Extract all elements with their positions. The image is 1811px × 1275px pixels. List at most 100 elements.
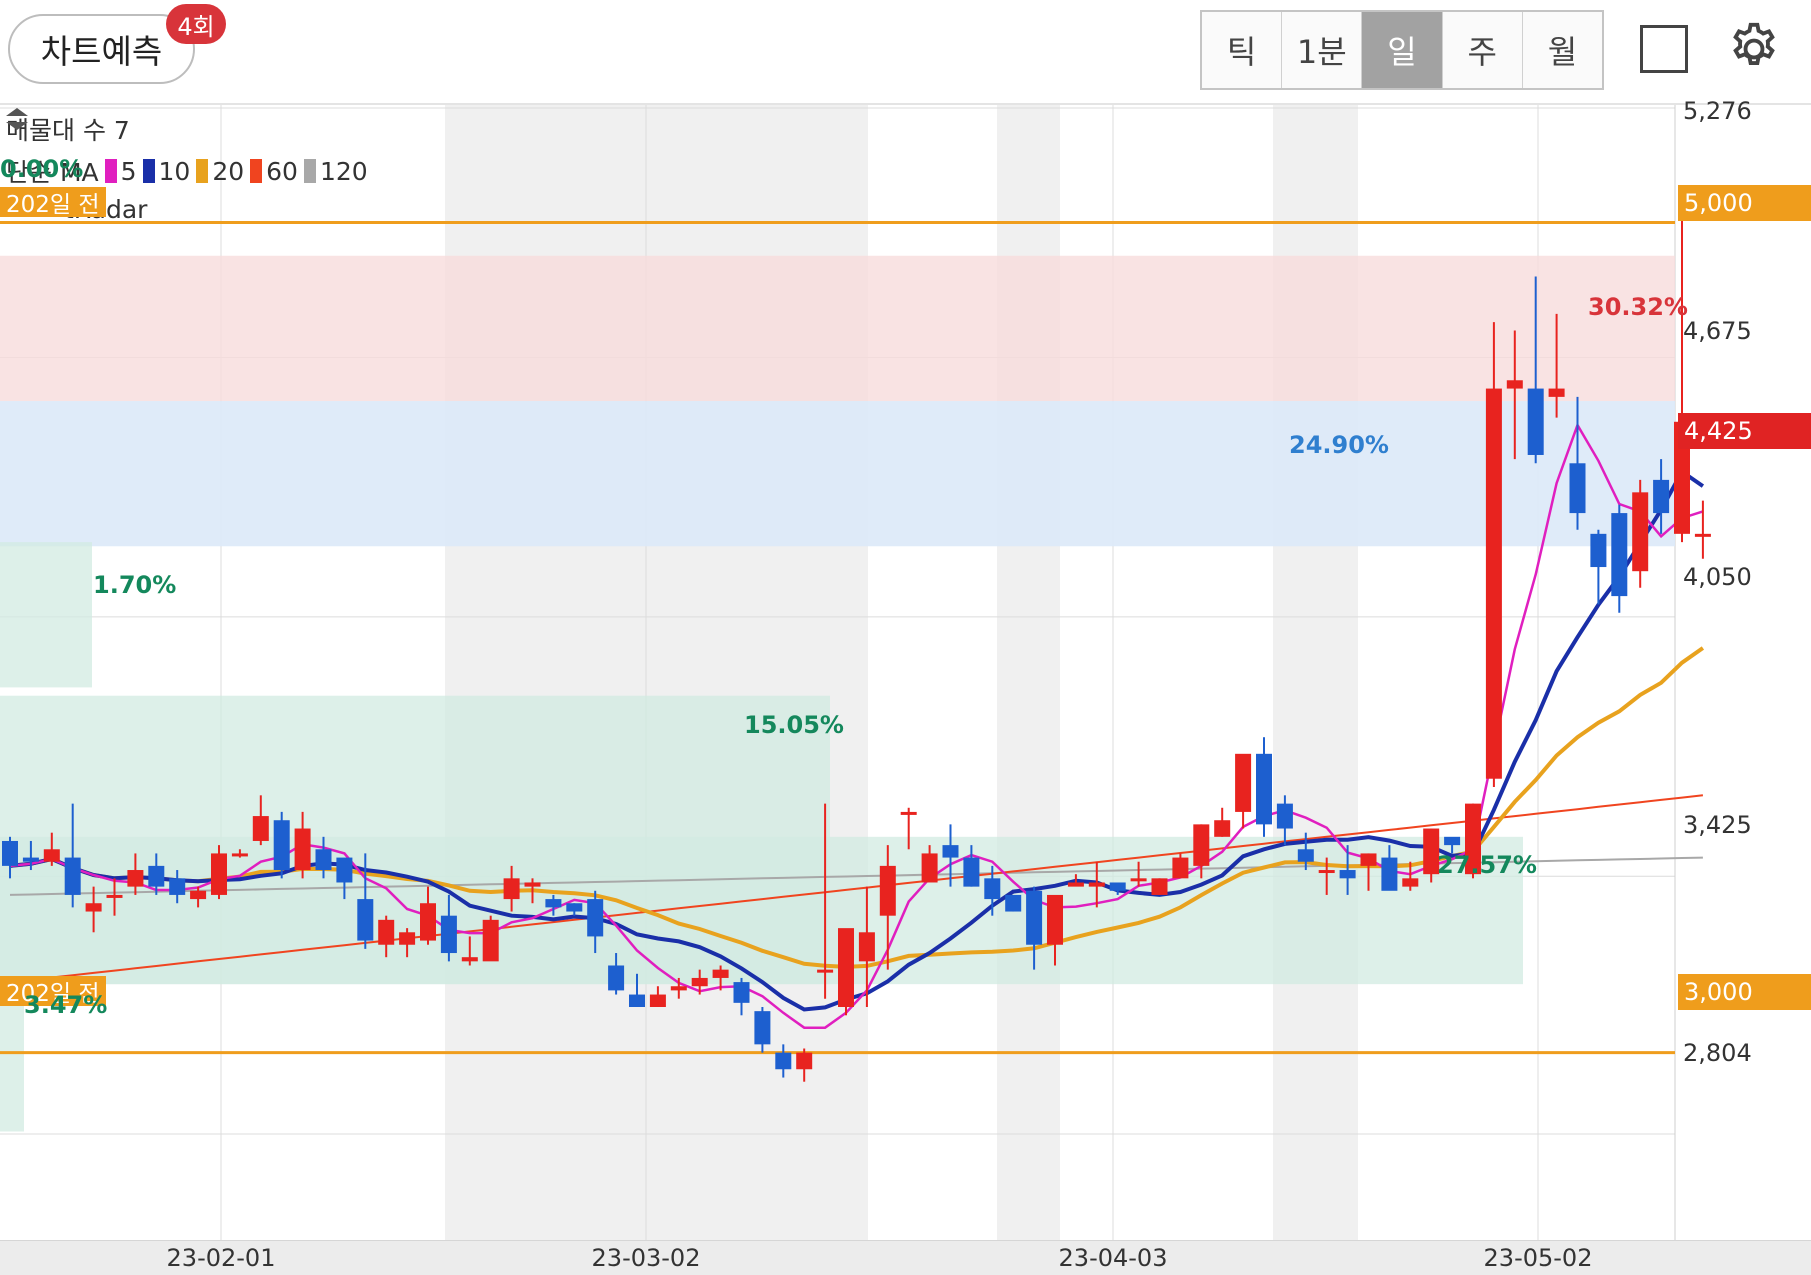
zone-percent-label: 15.05%: [744, 711, 844, 739]
y-tick-label: 4,050: [1683, 563, 1752, 591]
ma60-label: 60: [266, 156, 298, 186]
ma5-label: 5: [120, 156, 137, 186]
ma60-swatch: [250, 159, 263, 183]
candle-body: [879, 865, 896, 916]
zone-percent-label: 27.57%: [1437, 851, 1537, 879]
candle-body: [399, 932, 416, 945]
candle-body: [190, 890, 207, 900]
candle-body: [670, 986, 687, 991]
candle-body: [1548, 388, 1565, 397]
ma5-swatch: [104, 159, 117, 183]
period-tab-minute[interactable]: 1분: [1282, 12, 1363, 88]
candle-body: [587, 899, 604, 937]
ma20-label: 20: [212, 156, 245, 186]
candle-body: [1172, 857, 1189, 879]
zone-percent-label: 0.00%: [0, 155, 84, 183]
candle-body: [921, 853, 938, 883]
candle-body: [1694, 533, 1711, 537]
level-line-label-top: 202일 전: [0, 187, 106, 218]
ma20-swatch: [196, 159, 209, 183]
candle-body: [1151, 878, 1168, 895]
volume-profile-zone: [0, 990, 24, 1132]
current-price-tag: 4,425: [1678, 413, 1811, 449]
volume-profile-zone: [0, 542, 92, 688]
candle-body: [211, 853, 227, 895]
ma10-label: 10: [158, 156, 191, 186]
candle-body: [64, 857, 81, 895]
x-tick-label: 23-03-02: [591, 1244, 701, 1272]
gear-icon[interactable]: [1725, 20, 1783, 78]
candle-body: [169, 878, 186, 895]
period-tab-tick[interactable]: 틱: [1202, 12, 1283, 88]
chart-resize-handle-icon[interactable]: [0, 105, 34, 133]
ma120-label: 120: [319, 156, 368, 186]
candle-body: [503, 878, 520, 900]
candle-body: [1444, 836, 1461, 846]
y-tick-label: 5,276: [1683, 97, 1752, 125]
ma10-swatch: [142, 159, 155, 183]
candle-body: [1590, 533, 1607, 568]
candle-body: [942, 845, 959, 858]
period-tab-week[interactable]: 주: [1443, 12, 1523, 88]
candle-body: [1130, 878, 1147, 882]
candle-body: [1276, 803, 1293, 829]
level-price-tag-3000: 3,000: [1678, 974, 1811, 1010]
chart-canvas[interactable]: [0, 105, 1811, 1274]
candle-body: [1067, 882, 1084, 887]
period-tab-day[interactable]: 일: [1362, 12, 1443, 88]
predict-count-badge: 4회: [166, 4, 226, 44]
candle-body: [1026, 890, 1043, 945]
candle-body: [378, 919, 395, 945]
candle-body: [566, 903, 583, 912]
candle-body: [231, 853, 248, 857]
buy-zone-band: [0, 401, 1675, 547]
top-toolbar: 차트예측 4회 틱 1분 일 주 월: [0, 0, 1811, 105]
period-tab-month[interactable]: 월: [1523, 12, 1602, 88]
candle-body: [608, 965, 625, 991]
candle-body: [22, 857, 39, 862]
candle-body: [712, 969, 729, 978]
candle-body: [2, 840, 18, 866]
candle-body: [482, 919, 499, 962]
candle-body: [858, 932, 875, 962]
candle-body: [43, 849, 60, 862]
candle-body: [1381, 857, 1398, 891]
level-price-tag-5000: 5,000: [1678, 185, 1811, 221]
square-icon[interactable]: [1640, 25, 1688, 73]
candle-body: [984, 878, 1001, 900]
candle-body: [838, 928, 854, 1007]
candle-body: [524, 882, 541, 887]
candle-body: [85, 903, 102, 912]
candle-body: [691, 977, 708, 987]
stock-chart[interactable]: 매물대 수 7 단순 MA 5 10 20 60 120 tRadar 5,27…: [0, 97, 1811, 1275]
ma120-swatch: [303, 159, 316, 183]
candle-body: [545, 899, 562, 908]
x-tick-label: 23-02-01: [166, 1244, 276, 1272]
period-selector: 틱 1분 일 주 월: [1200, 10, 1604, 90]
candle-body: [1632, 492, 1649, 572]
candle-body: [127, 870, 144, 887]
candle-body: [754, 1011, 771, 1045]
candle-body: [1047, 894, 1063, 945]
y-tick-label: 2,804: [1683, 1039, 1752, 1067]
candle-body: [1088, 882, 1105, 887]
candle-body: [1214, 820, 1231, 837]
candle-body: [1235, 753, 1252, 812]
candle-body: [1256, 753, 1272, 825]
zone-percent-label: 3.47%: [24, 991, 108, 1019]
candle-body: [1339, 870, 1356, 879]
candle-body: [733, 982, 750, 1003]
candle-body: [1506, 380, 1523, 389]
candle-body: [148, 865, 165, 887]
candle-body: [1402, 878, 1419, 887]
candle-body: [357, 899, 374, 941]
candle-body: [252, 816, 269, 841]
candle-body: [1653, 479, 1670, 514]
x-tick-label: 23-05-02: [1483, 1244, 1593, 1272]
candle-body: [1569, 463, 1586, 514]
candle-body: [420, 903, 436, 941]
candle-body: [294, 828, 311, 871]
candle-body: [1611, 513, 1628, 597]
candle-body: [649, 994, 666, 1007]
chart-predict-label: 차트예측: [40, 32, 163, 71]
